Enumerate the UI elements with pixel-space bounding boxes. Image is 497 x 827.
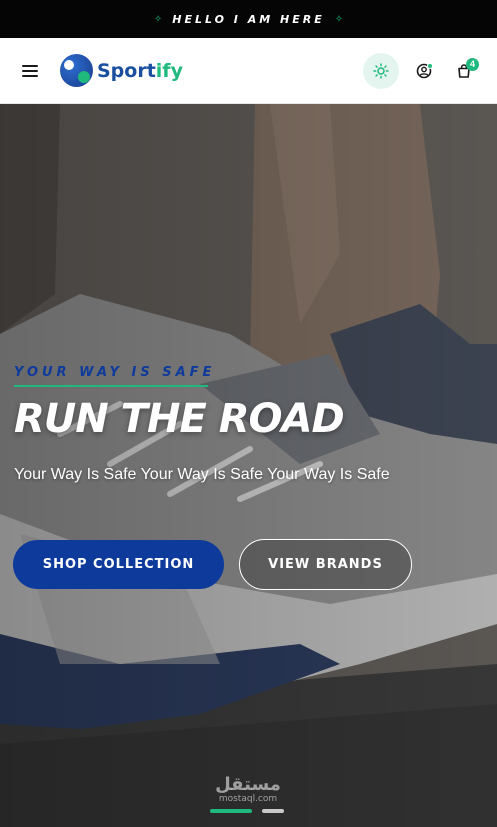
kicker-underline	[14, 385, 208, 387]
cart-button[interactable]: 4	[449, 56, 479, 86]
online-status-dot	[427, 62, 433, 69]
brand-logo[interactable]: Sportify	[60, 54, 183, 87]
account-button[interactable]	[409, 56, 439, 86]
hero-kicker: YOUR WAY IS SAFE	[14, 365, 216, 380]
mostaql-watermark: مستقل mostaql.com	[215, 774, 281, 805]
announcement-text: HELLO I AM HERE	[172, 12, 325, 26]
menu-icon[interactable]	[22, 64, 38, 77]
sparkle-icon: ✧	[153, 13, 163, 25]
sun-icon	[373, 62, 389, 79]
brand-name: Sportify	[97, 59, 183, 82]
sparkle-icon: ✧	[334, 13, 344, 25]
hero-subtitle: Your Way Is Safe Your Way Is Safe Your W…	[14, 466, 390, 483]
slide-indicator-1[interactable]	[210, 809, 252, 813]
hero-title: RUN THE ROAD	[14, 396, 345, 442]
slider-pagination	[210, 809, 284, 813]
site-header: Sportify 4	[0, 38, 497, 104]
slide-indicator-2[interactable]	[262, 809, 284, 813]
header-actions: 4	[363, 52, 479, 89]
logo-mark-icon	[60, 54, 93, 87]
theme-toggle-button[interactable]	[363, 52, 399, 89]
shop-collection-button[interactable]: SHOP COLLECTION	[13, 540, 224, 589]
announcement-bar: ✧ HELLO I AM HERE ✧	[0, 0, 497, 38]
view-brands-button[interactable]: VIEW BRANDS	[239, 539, 412, 590]
cart-count-badge: 4	[466, 57, 479, 71]
hero-banner: YOUR WAY IS SAFE RUN THE ROAD Your Way I…	[0, 104, 497, 827]
